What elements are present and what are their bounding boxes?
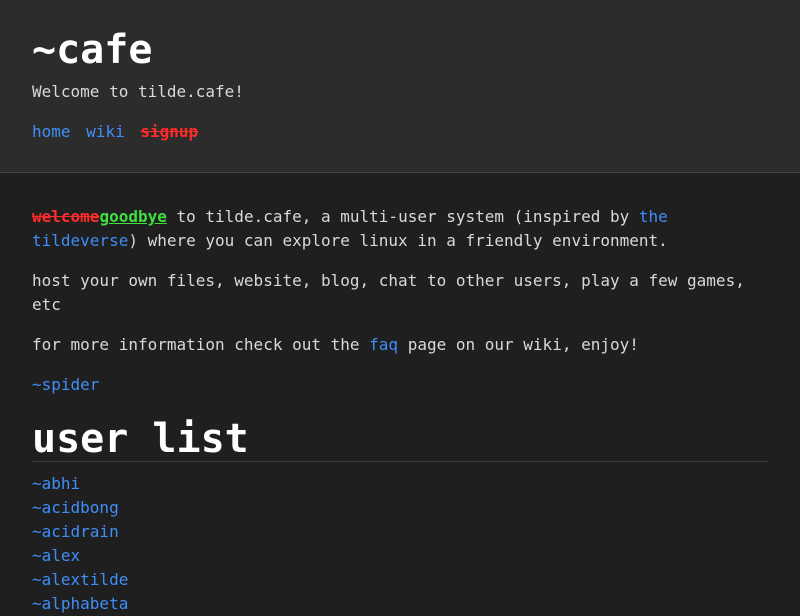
list-item: ~abhi xyxy=(32,472,768,496)
main-nav: home wiki signup xyxy=(32,122,768,142)
nav-signup-link[interactable]: signup xyxy=(140,122,198,141)
user-link[interactable]: ~acidrain xyxy=(32,522,119,541)
signature-link[interactable]: ~spider xyxy=(32,375,99,394)
nav-wiki-link[interactable]: wiki xyxy=(86,122,125,141)
list-item: ~alextilde xyxy=(32,568,768,592)
list-item: ~alex xyxy=(32,544,768,568)
user-link[interactable]: ~alextilde xyxy=(32,570,128,589)
nav-home-link[interactable]: home xyxy=(32,122,71,141)
deleted-word: welcome xyxy=(32,207,100,226)
features-paragraph: host your own files, website, blog, chat… xyxy=(32,271,745,314)
user-list-title: user list xyxy=(32,417,768,462)
intro-paragraph: welcomegoodbye to tilde.cafe, a multi-us… xyxy=(32,205,768,253)
user-link[interactable]: ~alex xyxy=(32,546,80,565)
user-list: ~abhi ~acidbong ~acidrain ~alex ~alextil… xyxy=(32,472,768,616)
site-title: ~cafe xyxy=(32,27,153,73)
user-link[interactable]: ~alphabeta xyxy=(32,594,128,613)
info-text-b: page on our wiki, enjoy! xyxy=(398,335,639,354)
info-text-a: for more information check out the xyxy=(32,335,370,354)
list-item: ~acidbong xyxy=(32,496,768,520)
intro-text-a: to tilde.cafe, a multi-user system (insp… xyxy=(166,207,639,226)
signature: ~spider xyxy=(32,373,768,397)
main-content: welcomegoodbye to tilde.cafe, a multi-us… xyxy=(0,173,800,616)
list-item: ~alphabeta xyxy=(32,592,768,616)
info-paragraph: for more information check out the faq p… xyxy=(32,333,768,357)
list-item: ~acidrain xyxy=(32,520,768,544)
intro-text-b: ) where you can explore linux in a frien… xyxy=(128,231,668,250)
user-link[interactable]: ~acidbong xyxy=(32,498,119,517)
user-link[interactable]: ~abhi xyxy=(32,474,80,493)
inserted-word: goodbye xyxy=(99,207,167,226)
site-tagline: Welcome to tilde.cafe! xyxy=(32,82,244,101)
site-header: ~cafe Welcome to tilde.cafe! home wiki s… xyxy=(0,0,800,173)
faq-link[interactable]: faq xyxy=(369,335,398,354)
